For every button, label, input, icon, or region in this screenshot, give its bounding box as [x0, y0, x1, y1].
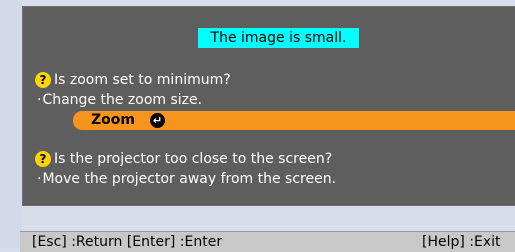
question-row-zoom: ? Is zoom set to minimum?	[35, 70, 231, 90]
left-margin-stripe	[0, 0, 22, 248]
footer-help-key: [Help] :Exit	[422, 234, 501, 250]
zoom-action-button[interactable]: Zoom ↵	[73, 111, 515, 130]
footer-nav-keys: [Esc] :Return [Enter] :Enter	[32, 234, 223, 250]
zoom-action-label: Zoom	[91, 112, 135, 128]
hint-row-distance: ·Move the projector away from the screen…	[37, 169, 336, 189]
question-icon: ?	[35, 72, 51, 88]
question-text: Is the projector too close to the screen…	[54, 151, 333, 167]
bullet-dot: ·	[37, 171, 42, 187]
question-row-distance: ? Is the projector too close to the scre…	[35, 149, 332, 169]
bullet-dot: ·	[37, 92, 42, 108]
hint-row-zoom: ·Change the zoom size.	[37, 90, 202, 110]
hint-text: Change the zoom size.	[42, 92, 203, 108]
dialog-title: The image is small.	[198, 28, 359, 48]
question-icon: ?	[35, 151, 51, 167]
question-text: Is zoom set to minimum?	[54, 72, 231, 88]
enter-icon: ↵	[150, 113, 165, 128]
help-dialog-panel: The image is small. ? Is zoom set to min…	[22, 6, 515, 206]
footer-key-bar: [Esc] :Return [Enter] :Enter [Help] :Exi…	[20, 231, 515, 252]
hint-text: Move the projector away from the screen.	[42, 171, 337, 187]
